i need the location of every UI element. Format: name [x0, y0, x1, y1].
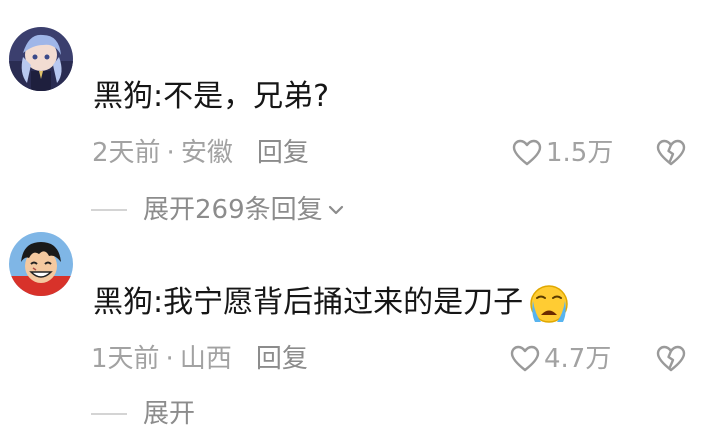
- like-count: 4.7万: [544, 344, 612, 374]
- expand-replies-label: 展开269条回复: [143, 195, 323, 225]
- divider-line: [91, 413, 127, 415]
- like-button[interactable]: 1.5万: [512, 136, 613, 170]
- dislike-button[interactable]: [656, 345, 686, 377]
- expand-replies-button[interactable]: 展开269条回复: [91, 193, 345, 227]
- chevron-down-icon: [328, 205, 343, 215]
- comment-text-content: 黑狗:我宁愿背后捅过来的是刀子: [93, 285, 524, 320]
- crying-face-emoji: [530, 284, 568, 323]
- separator-dot: ·: [165, 344, 174, 374]
- comment-location: 安徽: [180, 138, 233, 168]
- dislike-button[interactable]: [656, 139, 686, 171]
- divider-line: [91, 209, 127, 211]
- comment-meta: 2天前 · 安徽 回复: [92, 136, 309, 170]
- avatar[interactable]: [9, 232, 73, 296]
- separator-dot: ·: [166, 138, 175, 168]
- heart-outline-icon: [510, 345, 540, 372]
- comment-time: 1天前: [91, 344, 160, 374]
- like-button[interactable]: 4.7万: [510, 342, 611, 376]
- reply-button[interactable]: 回复: [257, 138, 309, 168]
- comment-time: 2天前: [92, 138, 161, 168]
- broken-heart-icon: [656, 345, 686, 372]
- expand-replies-label: 展开: [143, 399, 196, 429]
- expand-replies-button[interactable]: 展开: [91, 397, 195, 431]
- reply-button[interactable]: 回复: [256, 344, 308, 374]
- broken-heart-icon: [656, 139, 686, 166]
- comment-text: 黑狗:不是，兄弟?: [93, 79, 330, 114]
- avatar[interactable]: [9, 27, 73, 91]
- like-count: 1.5万: [546, 138, 614, 168]
- heart-outline-icon: [512, 139, 542, 166]
- comment-location: 山西: [179, 344, 232, 374]
- comment-text: 黑狗:我宁愿背后捅过来的是刀子: [93, 283, 573, 324]
- comment-meta: 1天前 · 山西 回复: [91, 342, 308, 376]
